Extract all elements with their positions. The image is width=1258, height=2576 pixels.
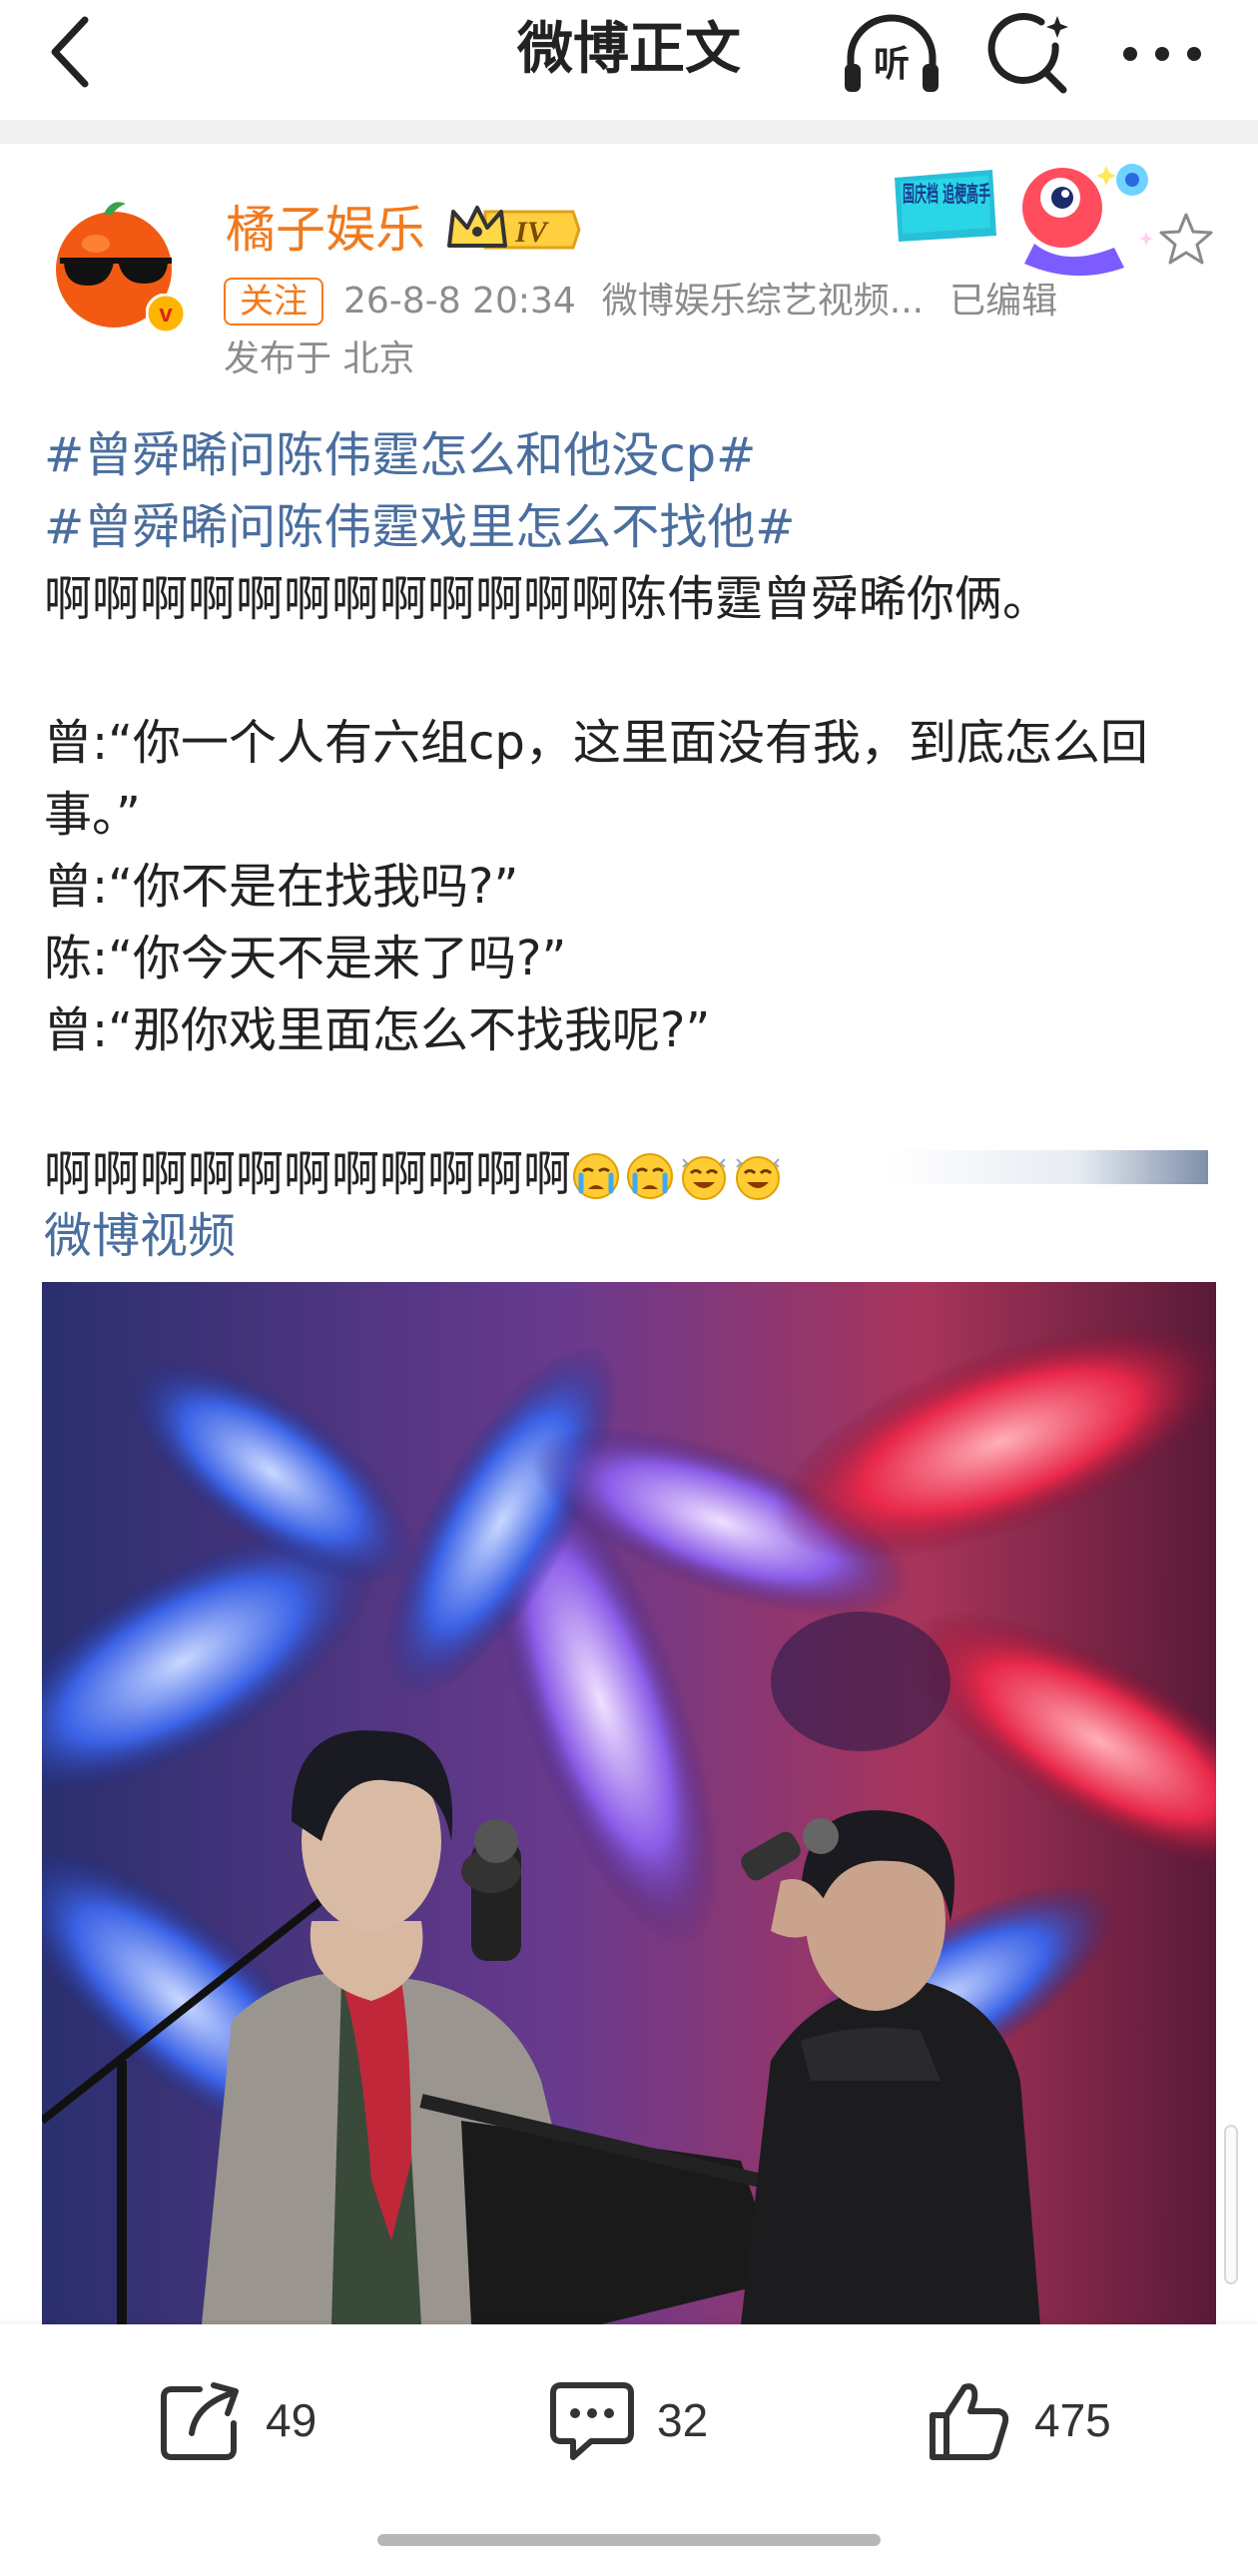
post-body: #曾舜晞问陈伟霆怎么和他没cp# #曾舜晞问陈伟霆戏里怎么不找他# 啊啊啊啊啊啊…: [44, 419, 1222, 1213]
share-icon: [161, 2382, 239, 2460]
topic-link[interactable]: #曾舜晞问陈伟霆怎么和他没cp#: [44, 419, 1222, 491]
verified-badge-icon: v: [146, 294, 186, 333]
repost-count: 49: [266, 2394, 317, 2446]
more-button[interactable]: [1116, 14, 1208, 94]
chevron-left-icon: [51, 16, 89, 88]
listen-button[interactable]: 听: [837, 10, 946, 100]
favorite-star-button[interactable]: [1156, 210, 1216, 270]
video-thumbnail-image: [42, 1282, 1216, 2324]
crying-emoji-icon: [627, 1153, 674, 1199]
weibo-video-link[interactable]: 微博视频: [44, 1200, 236, 1272]
happy-emoji-icon: [682, 1156, 727, 1200]
like-count: 475: [1034, 2394, 1111, 2446]
post-text-line: 曾:“那你戏里面怎么不找我呢?”: [44, 1002, 711, 1058]
post-text-line: 啊啊啊啊啊啊啊啊啊啊啊啊陈伟霆曾舜晞你俩。: [44, 571, 1051, 627]
edited-label[interactable]: 已编辑: [949, 281, 1057, 322]
thumbs-up-icon: [930, 2383, 1009, 2460]
avatar[interactable]: v: [48, 196, 186, 333]
search-button[interactable]: [983, 10, 1073, 100]
section-divider: [0, 120, 1258, 144]
video-player[interactable]: [42, 1282, 1216, 2324]
post-text-line: 陈:“你今天不是来了吗?”: [44, 931, 567, 986]
post-meta: 26-8-8 20:34 微博娱乐综艺视频... 已编辑: [343, 278, 1083, 325]
topic-link[interactable]: #曾舜晞问陈伟霆戏里怎么不找他#: [44, 491, 1222, 563]
timestamp: 26-8-8 20:34: [343, 281, 576, 322]
home-indicator[interactable]: [377, 2534, 881, 2546]
follow-button[interactable]: 关注: [224, 278, 323, 325]
location-label: 发布于 北京: [224, 338, 415, 379]
author-name[interactable]: 橘子娱乐: [226, 198, 425, 262]
comment-icon: [550, 2382, 634, 2460]
post-text-line: 曾:“你不是在找我吗?”: [44, 859, 519, 915]
happy-emoji-icon: [736, 1156, 781, 1200]
svg-text:v: v: [159, 301, 173, 327]
crying-emoji-icon: [573, 1153, 620, 1199]
headphones-icon: 听: [845, 14, 939, 92]
post-source[interactable]: 微博娱乐综艺视频...: [602, 281, 924, 322]
back-button[interactable]: [40, 12, 100, 92]
holiday-badge[interactable]: 国庆档 追梗高手: [885, 152, 1162, 280]
emoji-group: [571, 1141, 787, 1213]
vip-level-badge: IV: [445, 202, 581, 258]
like-button[interactable]: 475: [925, 2370, 1111, 2470]
post-text-line: 曾:“你一个人有六组cp，这里面没有我，到底怎么回事。”: [44, 715, 1148, 843]
mascot-badge-icon: 国庆档 追梗高手: [895, 164, 1153, 277]
vip-level-text: IV: [514, 216, 550, 249]
comment-count: 32: [657, 2394, 709, 2446]
post-text-exclaim: 啊啊啊啊啊啊啊啊啊啊啊: [44, 1146, 572, 1202]
search-icon: [987, 13, 1068, 94]
more-icon: [1123, 47, 1201, 61]
scrollbar-thumb[interactable]: [1224, 2125, 1238, 2284]
text-fade-overlay: [887, 1150, 1208, 1184]
holiday-badge-text: 国庆档 追梗高手: [903, 182, 990, 208]
comment-button[interactable]: 32: [547, 2370, 708, 2470]
top-nav-bar: 微博正文 听: [0, 0, 1258, 120]
crown-icon: IV: [447, 206, 581, 250]
star-icon: [1159, 213, 1213, 265]
repost-button[interactable]: 49: [156, 2370, 316, 2470]
listen-label: 听: [874, 44, 910, 85]
